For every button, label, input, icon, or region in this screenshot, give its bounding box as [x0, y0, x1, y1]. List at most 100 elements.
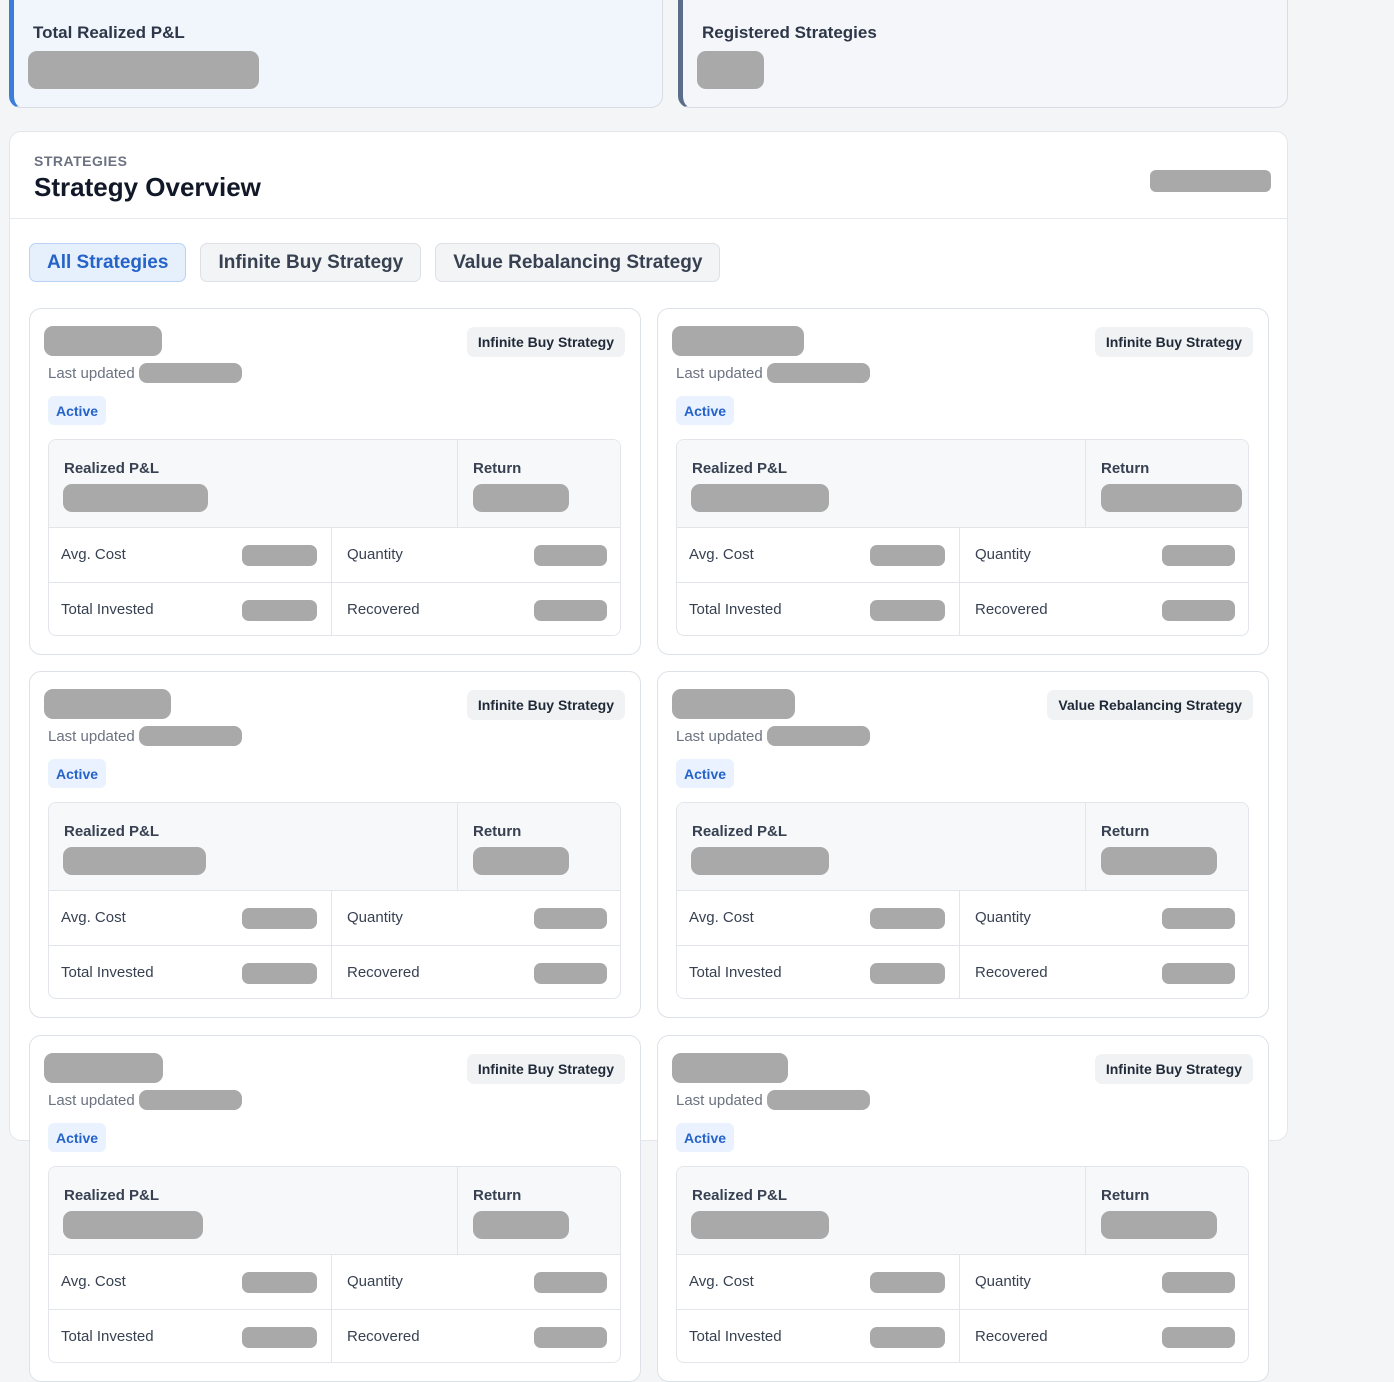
- realized-pnl-label: Realized P&L: [64, 460, 160, 477]
- metrics-row: Avg. Cost Quantity: [677, 528, 1248, 583]
- avg-cost-value-redacted: [870, 1272, 945, 1293]
- last-updated-label: Last updated: [48, 727, 135, 745]
- last-updated: Last updated: [48, 1090, 242, 1110]
- metrics-row: Avg. Cost Quantity: [49, 528, 620, 583]
- quantity-label: Quantity: [347, 546, 403, 563]
- quantity-value-redacted: [534, 545, 607, 566]
- avg-cost-value-redacted: [242, 908, 317, 929]
- total-realized-pnl-value-redacted: [28, 51, 259, 89]
- recovered-label: Recovered: [975, 601, 1048, 618]
- total-realized-pnl-card: Total Realized P&L: [9, 0, 663, 108]
- last-updated-label: Last updated: [676, 1091, 763, 1109]
- metrics-table: Realized P&L Return Avg. Cost Quantity T…: [676, 439, 1249, 636]
- registered-strategies-card: Registered Strategies: [678, 0, 1288, 108]
- status-badge: Active: [676, 759, 735, 788]
- last-updated: Last updated: [676, 1090, 870, 1110]
- tab-value-rebalancing-strategy[interactable]: Value Rebalancing Strategy: [435, 243, 721, 282]
- total-invested-label: Total Invested: [61, 601, 154, 618]
- avg-cost-label: Avg. Cost: [61, 1273, 126, 1290]
- total-invested-value-redacted: [242, 600, 317, 621]
- avg-cost-label: Avg. Cost: [61, 546, 126, 563]
- recovered-label: Recovered: [975, 1328, 1048, 1345]
- strategy-type-badge: Value Rebalancing Strategy: [1047, 690, 1253, 720]
- return-value-redacted: [473, 484, 569, 512]
- avg-cost-label: Avg. Cost: [61, 909, 126, 926]
- avg-cost-label: Avg. Cost: [689, 1273, 754, 1290]
- total-realized-pnl-label: Total Realized P&L: [33, 23, 185, 42]
- status-badge: Active: [676, 396, 735, 425]
- last-updated-value-redacted: [766, 363, 870, 383]
- quantity-value-redacted: [1162, 908, 1235, 929]
- return-label: Return: [1101, 460, 1150, 477]
- header-control-redacted[interactable]: [1150, 170, 1271, 192]
- return-label: Return: [473, 823, 522, 840]
- status-badge: Active: [48, 396, 107, 425]
- total-invested-value-redacted: [870, 1327, 945, 1348]
- metrics-summary: Realized P&L Return: [677, 440, 1248, 528]
- status-badge: Active: [48, 1123, 107, 1152]
- strategy-card[interactable]: Infinite Buy Strategy Last updated Activ…: [29, 308, 641, 655]
- return-label: Return: [1101, 1187, 1150, 1204]
- status-badge: Active: [48, 759, 107, 788]
- last-updated: Last updated: [48, 726, 242, 746]
- recovered-value-redacted: [1162, 963, 1235, 984]
- realized-pnl-value-redacted: [63, 484, 208, 512]
- strategy-name-redacted: [44, 326, 162, 356]
- return-value-redacted: [473, 847, 569, 875]
- metrics-summary: Realized P&L Return: [677, 1167, 1248, 1255]
- return-label: Return: [473, 460, 522, 477]
- metrics-table: Realized P&L Return Avg. Cost Quantity T…: [676, 802, 1249, 999]
- strategy-card[interactable]: Infinite Buy Strategy Last updated Activ…: [657, 308, 1269, 655]
- strategy-card[interactable]: Value Rebalancing Strategy Last updated …: [657, 671, 1269, 1018]
- section-eyebrow: STRATEGIES: [34, 153, 128, 169]
- metrics-row: Avg. Cost Quantity: [677, 891, 1248, 946]
- strategy-card[interactable]: Infinite Buy Strategy Last updated Activ…: [657, 1035, 1269, 1382]
- realized-pnl-value-redacted: [691, 484, 829, 512]
- last-updated-value-redacted: [138, 1090, 242, 1110]
- metrics-summary: Realized P&L Return: [677, 803, 1248, 891]
- strategy-card[interactable]: Infinite Buy Strategy Last updated Activ…: [29, 1035, 641, 1382]
- quantity-label: Quantity: [975, 909, 1031, 926]
- return-value-redacted: [473, 1211, 569, 1239]
- strategy-name-redacted: [672, 689, 795, 719]
- return-value-redacted: [1101, 484, 1242, 512]
- recovered-value-redacted: [534, 963, 607, 984]
- return-label: Return: [473, 1187, 522, 1204]
- quantity-value-redacted: [1162, 1272, 1235, 1293]
- quantity-label: Quantity: [975, 1273, 1031, 1290]
- avg-cost-value-redacted: [870, 908, 945, 929]
- strategy-type-badge: Infinite Buy Strategy: [466, 690, 625, 720]
- tab-all-strategies[interactable]: All Strategies: [29, 243, 187, 282]
- metrics-summary: Realized P&L Return: [49, 803, 620, 891]
- total-invested-value-redacted: [870, 963, 945, 984]
- total-invested-value-redacted: [242, 963, 317, 984]
- realized-pnl-value-redacted: [691, 1211, 829, 1239]
- quantity-label: Quantity: [347, 1273, 403, 1290]
- last-updated-value-redacted: [766, 726, 870, 746]
- last-updated-value-redacted: [138, 363, 242, 383]
- metrics-row: Total Invested Recovered: [677, 946, 1248, 998]
- registered-strategies-label: Registered Strategies: [702, 23, 877, 42]
- recovered-value-redacted: [534, 600, 607, 621]
- avg-cost-value-redacted: [242, 1272, 317, 1293]
- avg-cost-value-redacted: [870, 545, 945, 566]
- strategy-filter-tabs: All Strategies Infinite Buy Strategy Val…: [29, 243, 721, 282]
- last-updated-value-redacted: [766, 1090, 870, 1110]
- strategy-type-badge: Infinite Buy Strategy: [466, 327, 625, 357]
- avg-cost-label: Avg. Cost: [689, 909, 754, 926]
- recovered-label: Recovered: [975, 964, 1048, 981]
- metrics-summary: Realized P&L Return: [49, 1167, 620, 1255]
- strategy-type-badge: Infinite Buy Strategy: [1094, 327, 1253, 357]
- realized-pnl-label: Realized P&L: [692, 823, 788, 840]
- registered-strategies-value-redacted: [697, 51, 764, 89]
- strategy-name-redacted: [44, 689, 171, 719]
- tab-infinite-buy-strategy[interactable]: Infinite Buy Strategy: [200, 243, 422, 282]
- recovered-label: Recovered: [347, 964, 420, 981]
- quantity-label: Quantity: [347, 909, 403, 926]
- total-invested-value-redacted: [870, 600, 945, 621]
- strategy-card[interactable]: Infinite Buy Strategy Last updated Activ…: [29, 671, 641, 1018]
- metrics-row: Total Invested Recovered: [49, 583, 620, 635]
- metrics-row: Total Invested Recovered: [677, 1310, 1248, 1362]
- total-invested-label: Total Invested: [689, 601, 782, 618]
- quantity-value-redacted: [534, 1272, 607, 1293]
